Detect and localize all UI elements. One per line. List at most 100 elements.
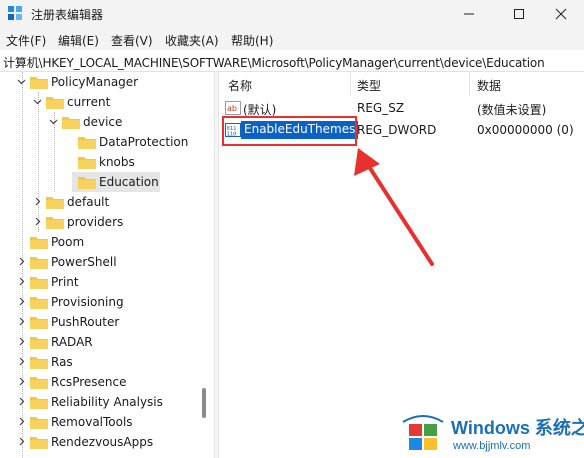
- chevron-down-icon[interactable]: [16, 76, 27, 87]
- chevron-right-icon[interactable]: [16, 276, 27, 287]
- tree-item-label: current: [67, 95, 111, 109]
- folder-icon: [30, 437, 48, 449]
- tree-item-label: Ras: [51, 355, 73, 369]
- tree-item-default[interactable]: default: [0, 192, 210, 212]
- tree-item-education[interactable]: Education: [72, 172, 160, 192]
- svg-text:ab: ab: [227, 104, 237, 113]
- folder-icon: [30, 417, 48, 429]
- folder-icon: [46, 97, 64, 109]
- tree-item-label: default: [67, 195, 110, 209]
- tree-item-label: PowerShell: [51, 255, 117, 269]
- tree-item-label: DataProtection: [99, 135, 189, 149]
- column-header-data[interactable]: 数据: [477, 77, 501, 94]
- maximize-icon: [514, 9, 524, 19]
- tree-item-policymanager[interactable]: PolicyManager: [0, 72, 210, 92]
- tree-scrollbar-thumb[interactable]: [202, 388, 206, 418]
- window-title: 注册表编辑器: [31, 8, 104, 22]
- maximize-button[interactable]: [496, 0, 542, 28]
- chevron-right-icon[interactable]: [16, 416, 27, 427]
- chevron-right-icon[interactable]: [16, 336, 27, 347]
- folder-icon: [30, 277, 48, 289]
- tree-item-ras[interactable]: Ras: [0, 352, 210, 372]
- watermark: Windows 系统之家 www.bjjmlv.com: [395, 404, 584, 458]
- menu-file[interactable]: 文件(F): [6, 32, 46, 49]
- chevron-down-icon[interactable]: [32, 96, 43, 107]
- value-type: REG_SZ: [357, 101, 405, 115]
- address-path[interactable]: 计算机\HKEY_LOCAL_MACHINE\SOFTWARE\Microsof…: [3, 54, 545, 71]
- column-divider[interactable]: [350, 72, 351, 96]
- tree-item-providers[interactable]: providers: [0, 212, 210, 232]
- string-value-icon: ab: [225, 101, 241, 115]
- address-bar[interactable]: 计算机\HKEY_LOCAL_MACHINE\SOFTWARE\Microsof…: [0, 50, 584, 72]
- tree-item-rendezvousapps[interactable]: RendezvousApps: [0, 432, 210, 452]
- column-header-name[interactable]: 名称: [228, 77, 252, 94]
- annotation-highlight-box: [222, 116, 357, 146]
- folder-icon: [30, 357, 48, 369]
- menu-help[interactable]: 帮助(H): [231, 32, 273, 49]
- tree-item-label: RemovalTools: [51, 415, 133, 429]
- chevron-right-icon[interactable]: [32, 196, 43, 207]
- menu-favorites[interactable]: 收藏夹(A): [165, 32, 219, 49]
- tree-item-label: providers: [67, 215, 124, 229]
- chevron-right-icon[interactable]: [16, 296, 27, 307]
- tree-item-label: Poom: [51, 235, 85, 249]
- folder-icon: [30, 237, 48, 249]
- minimize-button[interactable]: [446, 0, 492, 28]
- folder-icon: [78, 137, 96, 149]
- tree-item-label: PushRouter: [51, 315, 120, 329]
- tree-item-current[interactable]: current: [0, 92, 210, 112]
- chevron-down-icon[interactable]: [48, 116, 59, 127]
- folder-icon: [30, 337, 48, 349]
- tree-item-label: RADAR: [51, 335, 93, 349]
- chevron-right-icon[interactable]: [16, 396, 27, 407]
- column-header-type[interactable]: 类型: [357, 77, 381, 94]
- tree-item-device[interactable]: device: [0, 112, 210, 132]
- chevron-right-icon[interactable]: [16, 256, 27, 267]
- tree-item-label: Print: [51, 275, 79, 289]
- close-button[interactable]: [538, 0, 584, 28]
- tree-item-knobs[interactable]: knobs: [0, 152, 210, 172]
- chevron-right-icon[interactable]: [16, 356, 27, 367]
- folder-icon: [30, 317, 48, 329]
- menu-view[interactable]: 查看(V): [111, 32, 153, 49]
- tree-item-radar[interactable]: RADAR: [0, 332, 210, 352]
- tree-item-dataprotection[interactable]: DataProtection: [0, 132, 210, 152]
- column-divider[interactable]: [469, 72, 470, 96]
- chevron-right-icon[interactable]: [32, 216, 43, 227]
- menu-bar: 文件(F) 编辑(E) 查看(V) 收藏夹(A) 帮助(H): [0, 28, 584, 50]
- value-type: REG_DWORD: [357, 123, 437, 137]
- registry-tree: PolicyManager current device DataProtect…: [0, 72, 214, 458]
- folder-icon: [30, 377, 48, 389]
- tree-item-label: RcsPresence: [51, 375, 127, 389]
- title-bar: 注册表编辑器: [0, 0, 584, 28]
- folder-icon: [30, 397, 48, 409]
- tree-item-label: knobs: [99, 155, 135, 169]
- tree-item-rcspresence[interactable]: RcsPresence: [0, 372, 210, 392]
- folder-icon: [46, 217, 64, 229]
- watermark-title: Windows 系统之家: [451, 418, 584, 438]
- tree-item-poom[interactable]: Poom: [0, 232, 210, 252]
- tree-item-removaltools[interactable]: RemovalTools: [0, 412, 210, 432]
- folder-icon: [46, 197, 64, 209]
- chevron-right-icon[interactable]: [16, 436, 27, 447]
- tree-item-label: PolicyManager: [51, 75, 139, 89]
- tree-item-provisioning[interactable]: Provisioning: [0, 292, 210, 312]
- tree-item-pushrouter[interactable]: PushRouter: [0, 312, 210, 332]
- menu-edit[interactable]: 编辑(E): [58, 32, 99, 49]
- folder-icon: [30, 257, 48, 269]
- folder-icon: [62, 117, 80, 129]
- chevron-right-icon[interactable]: [16, 316, 27, 327]
- tree-item-powershell[interactable]: PowerShell: [0, 252, 210, 272]
- tree-item-print[interactable]: Print: [0, 272, 210, 292]
- folder-icon: [78, 177, 96, 189]
- annotation-arrow: [354, 148, 434, 266]
- tree-item-label: Education: [99, 175, 159, 189]
- folder-icon: [30, 77, 48, 89]
- tree-item-label: device: [83, 115, 123, 129]
- folder-icon: [30, 297, 48, 309]
- tree-item-label: Provisioning: [51, 295, 124, 309]
- tree-item-reliability-analysis[interactable]: Reliability Analysis: [0, 392, 210, 412]
- list-header: 名称 类型 数据: [219, 72, 584, 96]
- chevron-right-icon[interactable]: [16, 376, 27, 387]
- regedit-app-icon: [8, 6, 22, 20]
